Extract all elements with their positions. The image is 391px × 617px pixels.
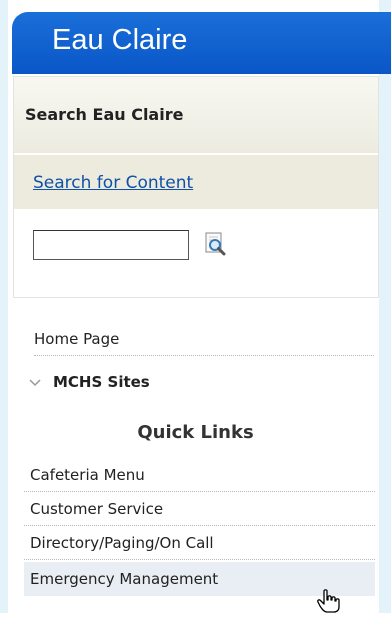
nav-item-mchs-sites[interactable]: MCHS Sites: [28, 363, 374, 403]
site-header: Eau Claire: [12, 12, 391, 74]
search-panel: Search Eau Claire Search for Content: [13, 76, 379, 298]
search-icon[interactable]: [200, 229, 230, 259]
nav-item-home-label: Home Page: [34, 330, 120, 348]
search-heading-bar: Search Eau Claire: [14, 77, 378, 153]
search-heading: Search Eau Claire: [25, 105, 184, 124]
quick-link-label: Directory/Paging/On Call: [30, 534, 214, 552]
left-frame: [0, 0, 8, 613]
quick-link-cafeteria-menu[interactable]: Cafeteria Menu: [24, 458, 375, 492]
quick-links-heading: Quick Links: [137, 422, 254, 443]
chevron-down-icon[interactable]: [28, 375, 42, 389]
right-frame: [379, 0, 391, 613]
search-for-content-link[interactable]: Search for Content: [33, 173, 193, 193]
mchs-sites-label: MCHS Sites: [53, 373, 150, 391]
quick-link-customer-service[interactable]: Customer Service: [24, 492, 375, 526]
quick-link-label: Emergency Management: [30, 570, 219, 588]
hand-pointer-icon: [315, 589, 343, 615]
quick-link-label: Cafeteria Menu: [30, 466, 145, 484]
site-title: Eau Claire: [52, 24, 188, 56]
quick-link-directory-paging[interactable]: Directory/Paging/On Call: [24, 526, 375, 560]
search-input[interactable]: [33, 230, 189, 260]
quick-link-label: Customer Service: [30, 500, 164, 518]
nav-item-home[interactable]: Home Page: [34, 322, 374, 356]
